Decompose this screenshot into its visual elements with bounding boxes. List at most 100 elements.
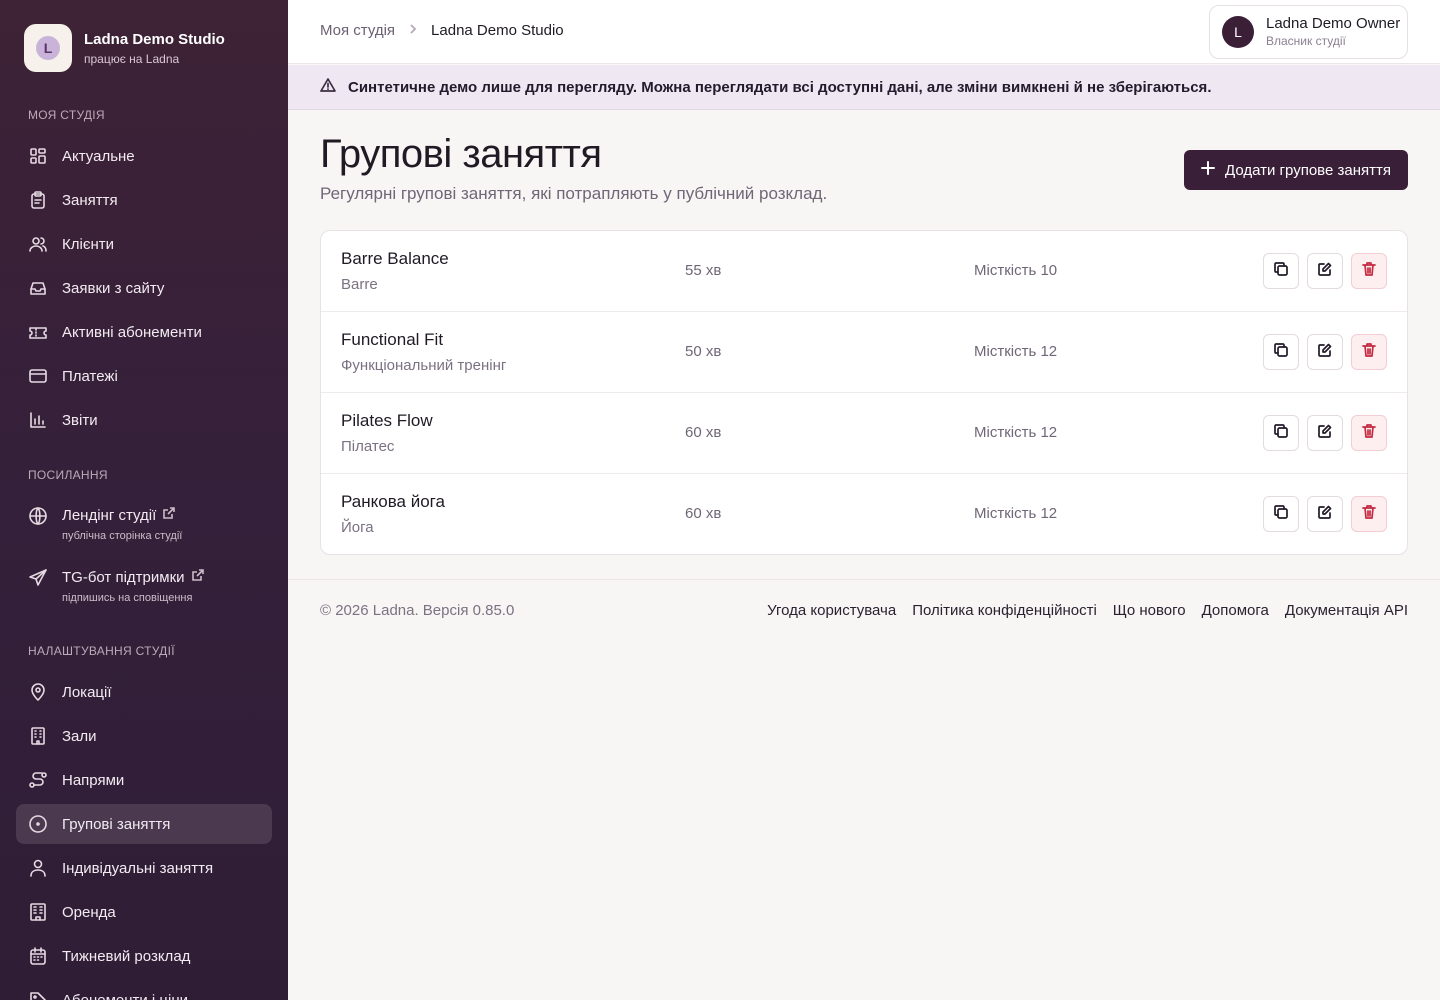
edit-button[interactable] <box>1307 253 1343 289</box>
footer-link-terms[interactable]: Угода користувача <box>767 602 896 619</box>
sidebar-item-site-requests[interactable]: Заявки з сайту <box>16 268 272 308</box>
sidebar-item-current[interactable]: Актуальне <box>16 136 272 176</box>
footer-link-whats-new[interactable]: Що нового <box>1113 602 1186 619</box>
copy-icon <box>1273 342 1289 363</box>
section-title-links: ПОСИЛАННЯ <box>28 468 108 482</box>
footer-link-api-docs[interactable]: Документація API <box>1285 602 1408 619</box>
delete-button[interactable] <box>1351 253 1387 289</box>
globe-icon <box>28 506 48 526</box>
sidebar-item-group-classes[interactable]: Групові заняття <box>16 804 272 844</box>
class-name[interactable]: Functional Fit <box>341 330 443 350</box>
breadcrumb-my-studio[interactable]: Моя студія <box>320 22 395 39</box>
class-duration: 60 хв <box>685 505 722 522</box>
sidebar-link-landing[interactable]: Лендінг студії публічна сторінка студії <box>16 506 272 544</box>
sidebar-item-label: Локації <box>62 683 112 701</box>
sidebar-item-label: Платежі <box>62 367 118 385</box>
sidebar-item-label: Заявки з сайту <box>62 279 165 297</box>
trash-icon <box>1361 261 1377 282</box>
duplicate-button[interactable] <box>1263 253 1299 289</box>
class-duration: 50 хв <box>685 343 722 360</box>
copy-icon <box>1273 261 1289 282</box>
duplicate-button[interactable] <box>1263 334 1299 370</box>
credit-card-icon <box>28 366 48 386</box>
duplicate-button[interactable] <box>1263 415 1299 451</box>
calendar-icon <box>28 946 48 966</box>
map-pin-icon <box>28 682 48 702</box>
edit-icon <box>1317 342 1333 363</box>
bar-chart-icon <box>28 410 48 430</box>
footer-link-help[interactable]: Допомога <box>1202 602 1269 619</box>
edit-icon <box>1317 423 1333 444</box>
class-name[interactable]: Barre Balance <box>341 249 449 269</box>
warning-icon <box>320 77 336 97</box>
sidebar-item-payments[interactable]: Платежі <box>16 356 272 396</box>
class-category: Функціональний тренінг <box>341 357 507 374</box>
sidebar-item-label: Зали <box>62 727 97 745</box>
class-category: Йога <box>341 519 374 536</box>
class-name[interactable]: Ранкова йога <box>341 492 445 512</box>
class-name[interactable]: Pilates Flow <box>341 411 433 431</box>
sidebar-item-directions[interactable]: Напрями <box>16 760 272 800</box>
brand[interactable]: L Ladna Demo Studio працює на Ladna <box>24 24 225 72</box>
class-capacity: Місткість 12 <box>974 343 1058 360</box>
edit-button[interactable] <box>1307 496 1343 532</box>
edit-button[interactable] <box>1307 415 1343 451</box>
sidebar-item-classes[interactable]: Заняття <box>16 180 272 220</box>
sidebar-item-reports[interactable]: Звіти <box>16 400 272 440</box>
user-role: Власник студії <box>1266 34 1346 48</box>
logo-icon: L <box>36 36 60 60</box>
external-link-icon <box>162 506 176 526</box>
list-item: Functional Fit Функціональний тренінг 50… <box>321 312 1407 393</box>
route-icon <box>28 770 48 790</box>
add-group-class-button[interactable]: Додати групове заняття <box>1184 150 1408 190</box>
edit-button[interactable] <box>1307 334 1343 370</box>
sidebar-link-tg-bot[interactable]: TG-бот підтримки підпишись на сповіщення <box>16 568 272 606</box>
class-capacity: Місткість 12 <box>974 505 1058 522</box>
footer-links: Угода користувача Політика конфіденційно… <box>767 602 1408 619</box>
topbar: Моя студія Ladna Demo Studio L Ladna Dem… <box>288 0 1440 64</box>
sidebar-item-halls[interactable]: Зали <box>16 716 272 756</box>
sidebar-item-active-passes[interactable]: Активні абонементи <box>16 312 272 352</box>
footer-link-privacy[interactable]: Політика конфіденційності <box>912 602 1097 619</box>
ticket-icon <box>28 322 48 342</box>
sidebar-item-label: Напрями <box>62 771 125 789</box>
circle-dot-icon <box>28 814 48 834</box>
copyright: © 2026 Ladna. Версія 0.85.0 <box>320 602 515 619</box>
plus-icon <box>1201 161 1216 179</box>
delete-button[interactable] <box>1351 415 1387 451</box>
brand-logo: L <box>24 24 72 72</box>
section-title-settings: НАЛАШТУВАННЯ СТУДІЇ <box>28 644 175 658</box>
sidebar-link-sub: публічна сторінка студії <box>62 530 183 542</box>
copy-icon <box>1273 504 1289 525</box>
class-capacity: Місткість 10 <box>974 262 1058 279</box>
list-item: Pilates Flow Пілатес 60 хв Місткість 12 <box>321 393 1407 474</box>
sidebar-link-label: TG-бот підтримки <box>62 569 185 586</box>
delete-button[interactable] <box>1351 496 1387 532</box>
sidebar-item-rent[interactable]: Оренда <box>16 892 272 932</box>
class-capacity: Місткість 12 <box>974 424 1058 441</box>
chevron-right-icon <box>407 22 419 39</box>
user-name: Ladna Demo Owner <box>1266 15 1401 32</box>
class-duration: 60 хв <box>685 424 722 441</box>
demo-banner-text: Синтетичне демо лише для перегляду. Можн… <box>348 78 1212 96</box>
trash-icon <box>1361 342 1377 363</box>
edit-icon <box>1317 261 1333 282</box>
class-category: Barre <box>341 276 378 293</box>
sidebar-item-locations[interactable]: Локації <box>16 672 272 712</box>
brand-sub: працює на Ladna <box>84 51 180 66</box>
sidebar-item-clients[interactable]: Клієнти <box>16 224 272 264</box>
external-link-icon <box>191 568 205 588</box>
copy-icon <box>1273 423 1289 444</box>
sidebar-item-passes-prices[interactable]: Абонементи і ціни <box>16 980 272 1000</box>
class-duration: 55 хв <box>685 262 722 279</box>
class-category: Пілатес <box>341 438 395 455</box>
sidebar-item-individual-classes[interactable]: Індивідуальні заняття <box>16 848 272 888</box>
delete-button[interactable] <box>1351 334 1387 370</box>
sidebar-item-label: Заняття <box>62 191 118 209</box>
list-item: Barre Balance Barre 55 хв Місткість 10 <box>321 231 1407 312</box>
duplicate-button[interactable] <box>1263 496 1299 532</box>
sidebar-item-weekly-schedule[interactable]: Тижневий розклад <box>16 936 272 976</box>
user-menu[interactable]: L Ladna Demo Owner Власник студії <box>1209 5 1408 59</box>
tag-icon <box>28 990 48 1000</box>
dashboard-icon <box>28 146 48 166</box>
